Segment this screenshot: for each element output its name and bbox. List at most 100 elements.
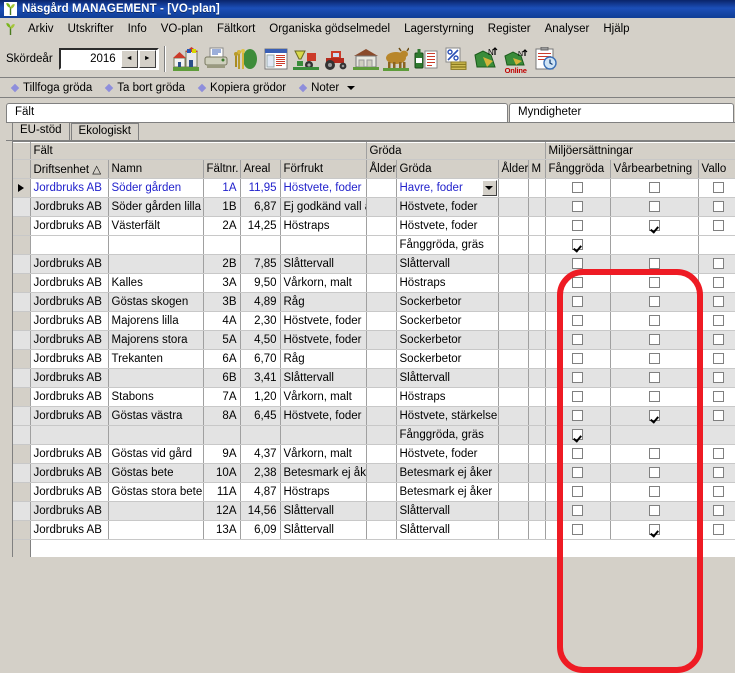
checkbox-fanggroda[interactable] [572,467,584,479]
cell-varbearbetning[interactable] [610,444,699,464]
cell-faltnr[interactable]: 8A [203,406,241,426]
column-header-areal[interactable]: Areal [240,159,281,179]
cell-vallo[interactable] [698,330,735,350]
table-row[interactable]: Jordbruks AB 6B 3,41 Slåttervall Slåttervall [13,368,735,388]
cell-alder2[interactable] [498,197,529,217]
cell-areal[interactable]: 2,38 [240,463,281,483]
cell-fanggroda[interactable] [545,444,611,464]
cell-m[interactable] [528,444,546,464]
cell-alder2[interactable] [498,444,529,464]
cell-namn[interactable] [108,520,204,540]
table-row[interactable]: Jordbruks AB Göstas västra 8A 6,45 Höstvete,… [13,406,735,426]
cell-groda[interactable]: Betesmark ej åker [396,463,499,483]
cell-namn[interactable]: Kalles [108,273,204,293]
table-row[interactable]: Jordbruks AB 2B 7,85 Slåttervall Slåttervall [13,254,735,274]
cell-fanggroda[interactable] [545,178,611,198]
cell-alder2[interactable] [498,501,529,521]
checkbox-fanggroda[interactable] [572,505,584,517]
cell-groda[interactable]: Betesmark ej åker [396,482,499,502]
cell-areal[interactable] [240,425,281,445]
cell-forfrukt[interactable]: Höstvete, foder [280,330,367,350]
menu-item-arkiv[interactable]: Arkiv [21,20,61,38]
menu-item-lagerstyrning[interactable]: Lagerstyrning [397,20,481,38]
column-header-alder-forfrukt[interactable]: Ålder [366,159,397,179]
checkbox-varbearbetning[interactable] [648,334,660,346]
cell-vallo[interactable] [698,197,735,217]
cell-varbearbetning[interactable] [610,349,699,369]
field-register-icon[interactable] [261,43,291,75]
checkbox-varbearbetning[interactable] [648,182,660,194]
cell-areal[interactable] [240,235,281,255]
cell-varbearbetning[interactable] [610,387,699,407]
cell-namn[interactable]: Söder gården [108,178,204,198]
table-row[interactable]: Fånggröda, gräs [13,425,735,445]
cell-forfrukt[interactable]: Höstraps [280,216,367,236]
cell-m[interactable] [528,349,546,369]
cell-forfrukt[interactable] [280,425,367,445]
cell-namn[interactable]: Göstas vid gård [108,444,204,464]
cell-groda[interactable]: Slåttervall [396,520,499,540]
cell-varbearbetning[interactable] [610,292,699,312]
cell-alder1[interactable] [366,311,397,331]
cell-driftsenhet[interactable] [30,425,109,445]
cell-varbearbetning[interactable] [610,330,699,350]
copy-crops-button[interactable]: Kopiera grödor [195,82,296,94]
cell-alder1[interactable] [366,368,397,388]
checkbox-vallo[interactable] [712,353,724,365]
cell-varbearbetning[interactable] [610,311,699,331]
cell-driftsenhet[interactable]: Jordbruks AB [30,501,109,521]
cell-alder1[interactable] [366,178,397,198]
cell-groda[interactable]: Sockerbetor [396,311,499,331]
row-selector-cell[interactable] [13,330,31,350]
spreader-tractor-icon[interactable] [291,43,321,75]
row-selector-cell[interactable] [13,349,31,369]
column-header-alder-groda[interactable]: Ålder [498,159,529,179]
column-header-forfrukt[interactable]: Förfrukt [280,159,367,179]
column-header-vallo[interactable]: Vallo [698,159,735,179]
menu-item-register[interactable]: Register [481,20,538,38]
cell-alder1[interactable] [366,292,397,312]
cell-fanggroda[interactable] [545,235,611,255]
cell-alder1[interactable] [366,216,397,236]
cell-vallo[interactable] [698,444,735,464]
cell-faltnr[interactable]: 6A [203,349,241,369]
checkbox-vallo[interactable] [712,258,724,270]
cell-faltnr[interactable]: 10A [203,463,241,483]
cell-alder1[interactable] [366,406,397,426]
checkbox-varbearbetning[interactable] [648,353,660,365]
remove-crop-button[interactable]: Ta bort gröda [102,82,195,94]
cell-faltnr[interactable]: 2B [203,254,241,274]
cattle-icon[interactable] [381,43,411,75]
cell-groda[interactable]: Höstvete, foder [396,197,499,217]
cell-driftsenhet[interactable]: Jordbruks AB [30,178,109,198]
table-row[interactable]: Jordbruks AB Göstas vid gård 9A 4,37 Vårkorn… [13,444,735,464]
cell-m[interactable] [528,520,546,540]
cell-fanggroda[interactable] [545,216,611,236]
cell-areal[interactable]: 2,30 [240,311,281,331]
cell-alder2[interactable] [498,463,529,483]
cell-alder2[interactable] [498,292,529,312]
column-header-varbearbetning[interactable]: Vårbearbetning [610,159,699,179]
cell-areal[interactable]: 14,56 [240,501,281,521]
cell-driftsenhet[interactable]: Jordbruks AB [30,482,109,502]
cell-namn[interactable]: Majorens stora [108,330,204,350]
tractor-icon[interactable] [321,43,351,75]
menu-item-organiska-godselmedel[interactable]: Organiska gödselmedel [262,20,397,38]
row-selector-cell[interactable] [13,482,31,502]
checkbox-varbearbetning[interactable] [648,524,660,536]
table-row[interactable]: Jordbruks AB 13A 6,09 Slåttervall Slåtterval… [13,520,735,540]
menu-item-analyser[interactable]: Analyser [538,20,597,38]
cell-areal[interactable]: 6,09 [240,520,281,540]
cell-faltnr[interactable]: 11A [203,482,241,502]
checkbox-varbearbetning[interactable] [648,258,660,270]
row-selector-cell[interactable] [13,197,31,217]
checkbox-vallo[interactable] [712,410,724,422]
checkbox-fanggroda[interactable] [572,182,584,194]
checkbox-fanggroda[interactable] [572,486,584,498]
column-header-driftsenhet[interactable]: Driftsenhet △ [30,159,109,179]
cell-varbearbetning[interactable] [610,216,699,236]
cell-m[interactable] [528,311,546,331]
cell-forfrukt[interactable]: Ej godkänd vall åker [280,197,367,217]
cell-alder2[interactable] [498,406,529,426]
cell-alder2[interactable] [498,273,529,293]
